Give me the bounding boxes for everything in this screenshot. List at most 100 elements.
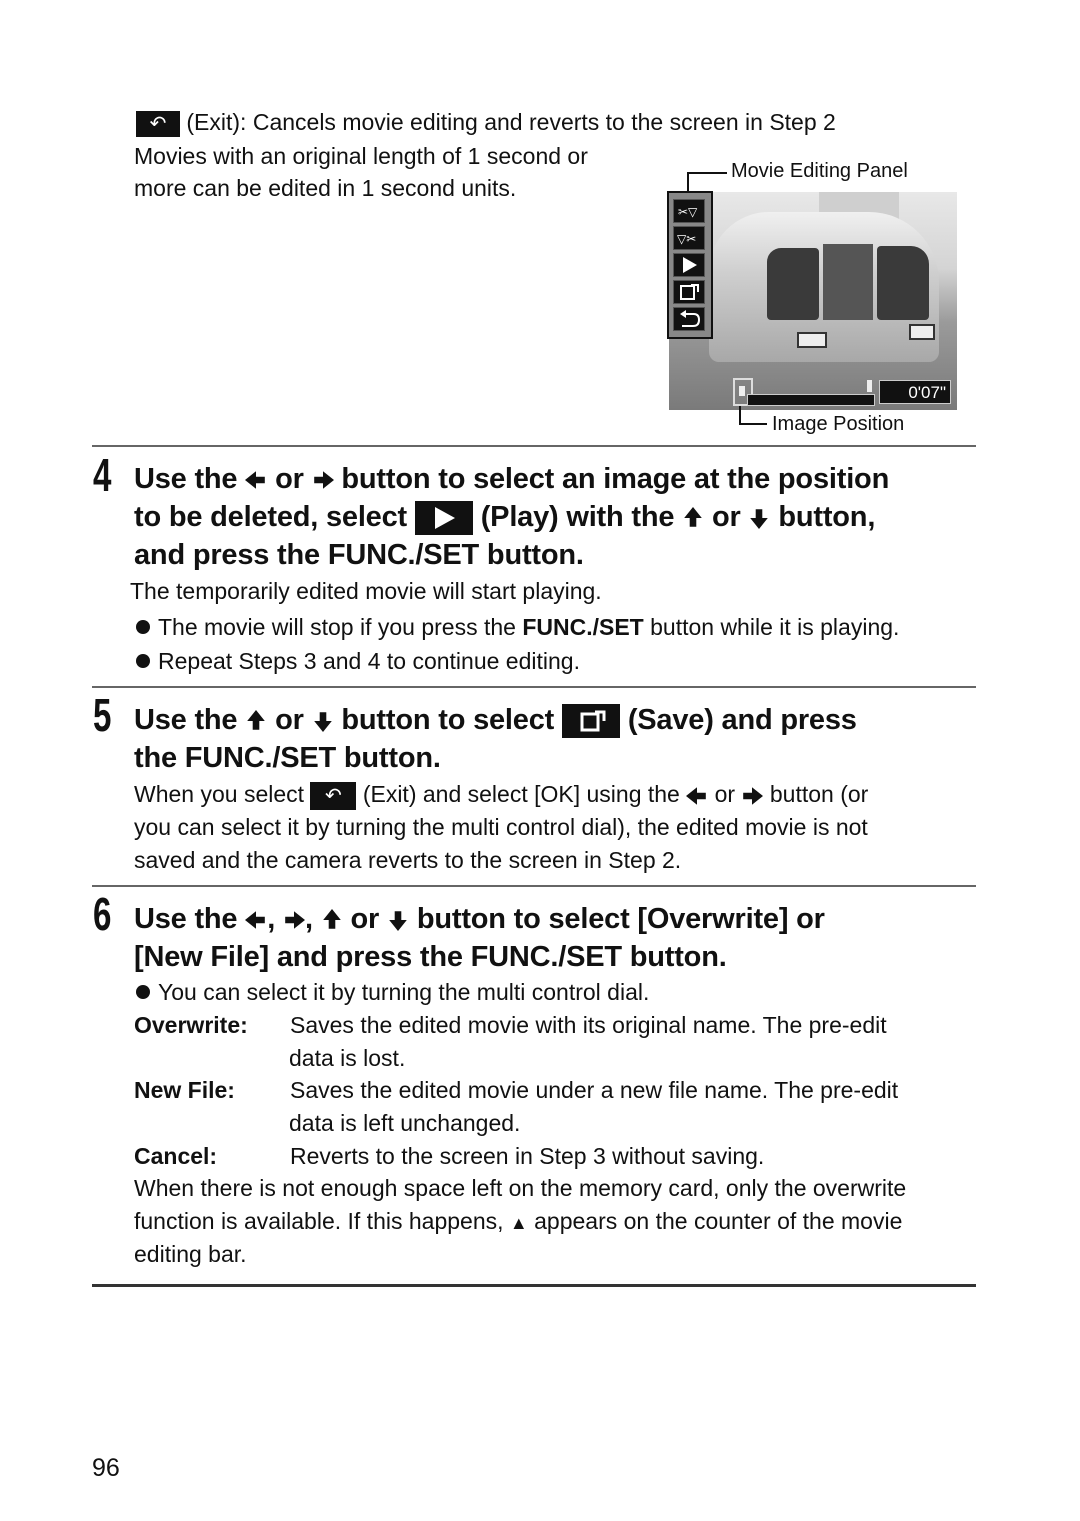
step-4-bullet-1: The movie will stop if you press the FUN… — [136, 611, 899, 644]
movie-editing-panel: ✂▽ ▽✂ — [667, 191, 713, 339]
note-line-1: Movies with an original length of 1 seco… — [134, 143, 588, 169]
bullet-text: You can select it by turning the multi c… — [158, 979, 650, 1005]
train-window — [767, 248, 819, 320]
step-6-heading-line-1: Use the , , or button to select [Overwri… — [134, 900, 825, 938]
page-number: 96 — [92, 1454, 120, 1482]
bullet-text: button while it is playing. — [650, 614, 900, 640]
position-callout-line — [739, 406, 741, 424]
left-arrow-icon — [245, 469, 267, 491]
definition-text: Saves the edited movie with its original… — [290, 1012, 887, 1038]
section-divider — [92, 686, 976, 688]
exit-description-text: (Exit): Cancels movie editing and revert… — [186, 109, 836, 135]
heading-text: button, — [778, 501, 876, 533]
step-4-description: The temporarily edited movie will start … — [130, 578, 602, 604]
step-number: 6 — [93, 888, 112, 940]
left-arrow-icon — [686, 785, 708, 807]
step-5-heading-line-1: Use the or button to select (Save) and p… — [134, 701, 857, 739]
paragraph-text: button (or — [769, 781, 869, 807]
train-illustration — [709, 212, 939, 362]
bullet-icon — [136, 653, 150, 668]
movie-counter: 0'07" — [879, 380, 951, 404]
step-4-heading-line-2: to be deleted, select (Play) with the or… — [134, 498, 875, 536]
heading-text: Use the — [134, 463, 238, 495]
position-callout-line — [739, 423, 767, 425]
step-5-paragraph-line-2: you can select it by turning the multi c… — [134, 814, 868, 840]
definition-term-overwrite: Overwrite: — [134, 1012, 248, 1038]
step-number: 5 — [93, 689, 112, 741]
train-window — [823, 244, 873, 320]
paragraph-text: When you select — [134, 781, 305, 807]
memory-note-line-1: When there is not enough space left on t… — [134, 1175, 907, 1201]
memory-note-line-2: function is available. If this happens, … — [134, 1205, 902, 1240]
cut-front-icon[interactable]: ✂▽ — [673, 199, 705, 223]
save-icon — [561, 704, 620, 739]
heading-text: (Save) and press — [627, 704, 857, 736]
heading-text: to be deleted, select — [134, 501, 407, 533]
image-position-label: Image Position — [772, 413, 905, 435]
paragraph-text: or — [714, 781, 736, 807]
exit-return-icon: ↶ — [310, 781, 357, 810]
left-arrow-icon — [245, 909, 267, 931]
right-arrow-icon — [741, 785, 763, 807]
step-6-heading-line-2: [New File] and press the FUNC./SET butto… — [134, 941, 727, 973]
step-4-heading-line-1: Use the or button to select an image at … — [134, 460, 889, 498]
definition-text: data is left unchanged. — [289, 1110, 521, 1136]
note-text: appears on the counter of the movie — [534, 1208, 903, 1234]
section-divider — [92, 1284, 976, 1287]
definition-term-cancel: Cancel: — [134, 1143, 218, 1169]
heading-text: button to select an image at the positio… — [341, 463, 890, 495]
definition-text: Reverts to the screen in Step 3 without … — [290, 1143, 765, 1169]
train-window — [877, 246, 929, 320]
heading-text: or — [350, 903, 380, 935]
up-arrow-icon — [321, 909, 343, 931]
heading-text: Use the — [134, 903, 238, 935]
svg-text:▽✂: ▽✂ — [677, 232, 696, 246]
heading-text: or — [275, 463, 304, 495]
headlight — [909, 324, 935, 340]
step-5-paragraph-line-1: When you select ↶ (Exit) and select [OK]… — [134, 778, 868, 811]
heading-text: or — [712, 501, 741, 533]
save-icon[interactable] — [673, 280, 705, 304]
cut-back-icon[interactable]: ▽✂ — [673, 226, 705, 250]
up-arrow-icon — [245, 710, 267, 732]
step-number: 4 — [93, 449, 112, 501]
section-divider — [92, 445, 976, 447]
exit-return-icon: ↶ — [136, 110, 180, 137]
right-arrow-icon — [283, 909, 305, 931]
down-arrow-icon — [387, 909, 409, 931]
down-arrow-icon — [312, 710, 334, 732]
memory-note-line-3: editing bar. — [134, 1241, 247, 1267]
step-4-bullet-2: Repeat Steps 3 and 4 to continue editing… — [136, 645, 580, 678]
definition-text: Saves the edited movie under a new file … — [290, 1077, 899, 1103]
heading-text: button to select — [341, 704, 555, 736]
step-4-heading-line-3: and press the FUNC./SET button. — [134, 539, 584, 571]
right-arrow-icon — [312, 469, 334, 491]
panel-callout-line — [687, 172, 727, 174]
panel-callout-line — [687, 172, 689, 192]
paragraph-text: (Exit) and select [OK] using the — [362, 781, 680, 807]
heading-text: or — [275, 704, 304, 736]
heading-text: button to select [Overwrite] or — [416, 903, 825, 935]
step-5-paragraph-line-3: saved and the camera reverts to the scre… — [134, 847, 682, 873]
exit-description: ↶ (Exit): Cancels movie editing and reve… — [136, 106, 836, 139]
bold-term: FUNC./SET — [522, 614, 644, 640]
headlight — [797, 332, 827, 348]
position-handle — [739, 386, 745, 396]
bullet-icon — [136, 619, 150, 634]
step-6-bullet-1: You can select it by turning the multi c… — [136, 976, 649, 1009]
play-icon — [414, 501, 473, 536]
down-arrow-icon — [748, 507, 770, 529]
definition-text: data is lost. — [289, 1045, 406, 1071]
step-5-heading-line-2: the FUNC./SET button. — [134, 742, 441, 774]
play-icon[interactable] — [673, 253, 705, 277]
heading-text: , — [267, 903, 276, 935]
up-arrow-icon — [682, 507, 704, 529]
note-line-2: more can be edited in 1 second units. — [134, 175, 517, 201]
warning-triangle-icon: ▲ — [509, 1213, 528, 1233]
heading-text: (Play) with the — [480, 501, 675, 533]
exit-icon[interactable] — [673, 307, 705, 331]
bullet-text: The movie will stop if you press the — [158, 614, 516, 640]
bullet-icon — [136, 984, 150, 999]
note-text: function is available. If this happens, — [134, 1208, 504, 1234]
svg-text:✂▽: ✂▽ — [678, 205, 698, 219]
